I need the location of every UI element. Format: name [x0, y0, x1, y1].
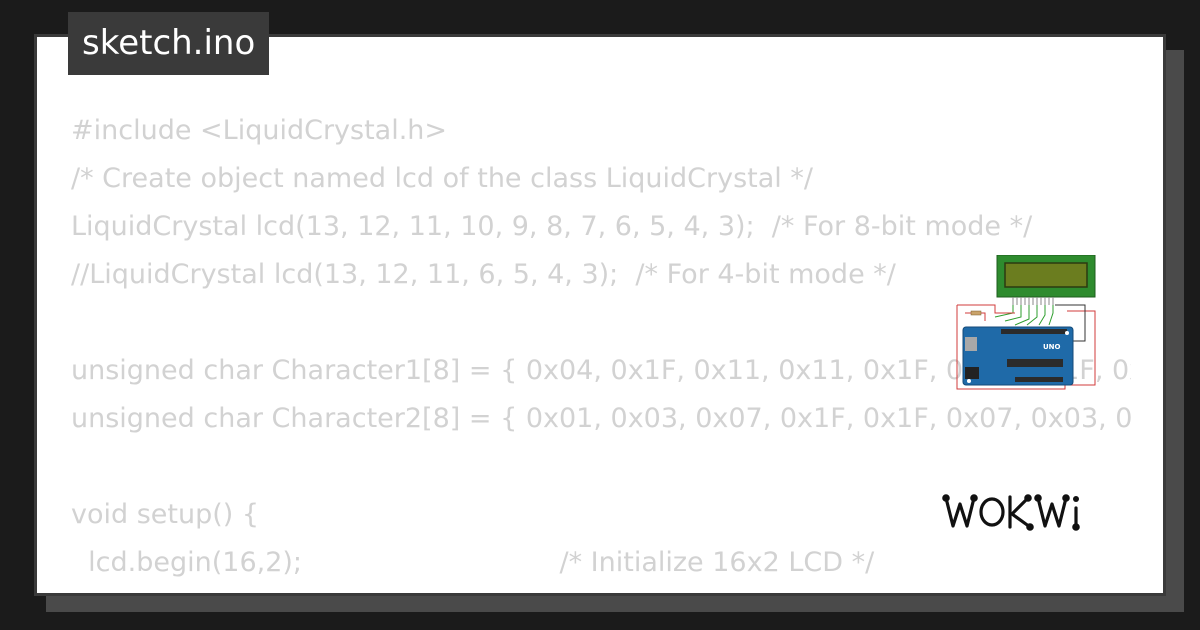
- code-line: lcd.begin(16,2); /* Initialize 16x2 LCD …: [71, 547, 875, 578]
- lcd-screen: [1004, 262, 1088, 288]
- file-name-tab: sketch.ino: [68, 12, 270, 75]
- resistor: [970, 310, 982, 316]
- code-line: lcd.clear(); /* Clear the LCD screen */: [71, 587, 1131, 593]
- code-line: LiquidCrystal lcd(13, 12, 11, 10, 9, 8, …: [71, 211, 1033, 242]
- code-line: unsigned char Character2[8] = { 0x01, 0x…: [71, 403, 1131, 434]
- code-line: /* Create object named lcd of the class …: [71, 163, 813, 194]
- wokwi-logo: [942, 494, 1080, 531]
- arduino-board: [962, 326, 1074, 386]
- circuit-diagram-thumbnail: UNO: [956, 255, 1096, 390]
- code-line: #include <LiquidCrystal.h>: [71, 115, 448, 146]
- svg-text:UNO: UNO: [1043, 343, 1061, 351]
